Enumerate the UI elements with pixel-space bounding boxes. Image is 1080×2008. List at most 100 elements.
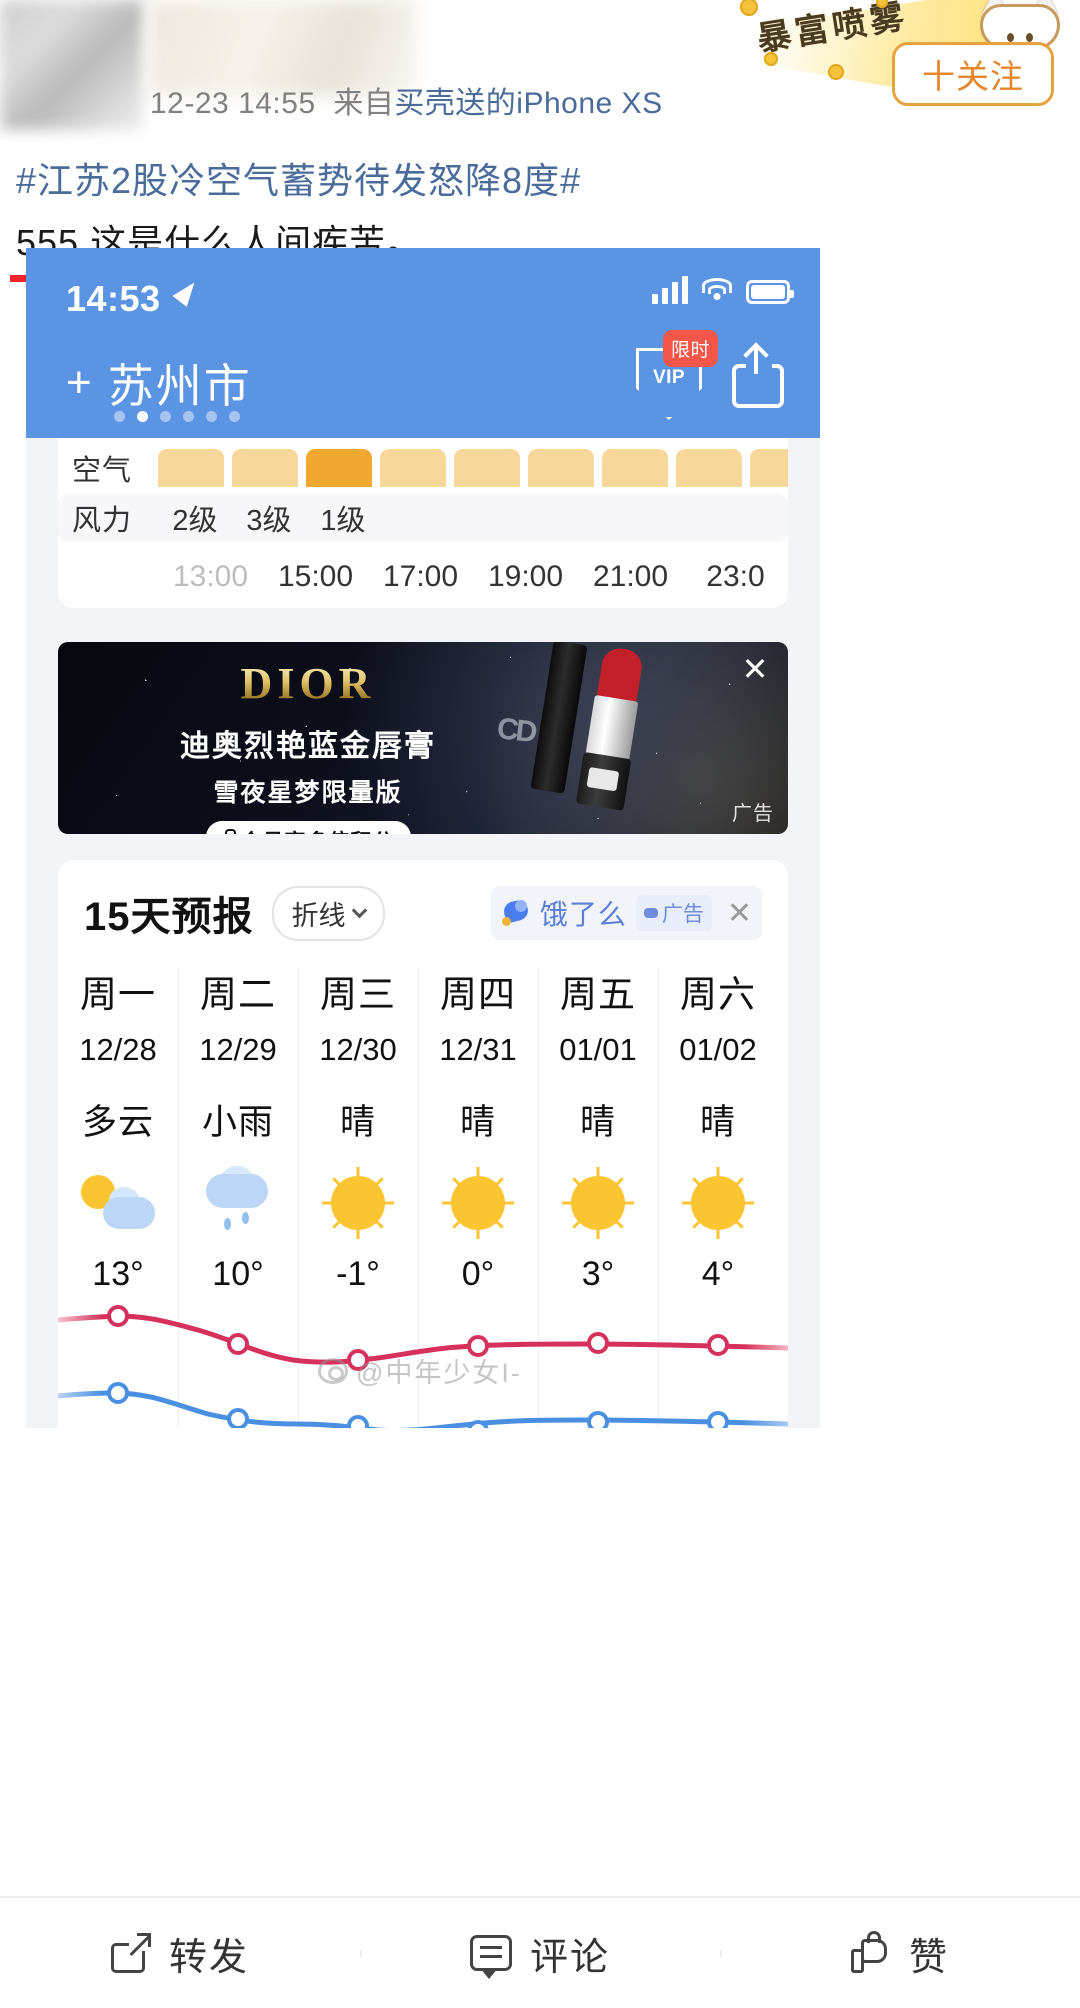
eleme-logo-icon: [501, 898, 531, 928]
sun-icon: [331, 1176, 385, 1230]
close-icon[interactable]: ✕: [727, 896, 752, 931]
wind-label: 风力: [72, 505, 133, 537]
location-arrow-icon: [172, 277, 202, 307]
add-city-icon[interactable]: +: [66, 361, 92, 405]
condition-label: 晴: [339, 1103, 376, 1142]
dior-ad-banner[interactable]: DIOR 迪奥烈艳蓝金唇膏 雪夜星梦限量版 会员享多倍积分 CD ✕ 广告: [58, 642, 788, 834]
temperature-line-chart: 5° -4° -5° -7° -4° -4°: [55, 1300, 791, 1428]
condition-label: 晴: [579, 1103, 616, 1142]
dior-ad-copy: DIOR 迪奥烈艳蓝金唇膏 雪夜星梦限量版 会员享多倍积分: [58, 642, 558, 834]
page-dots[interactable]: [114, 411, 240, 422]
page-dot[interactable]: [229, 411, 240, 422]
high-temp: -1°: [336, 1255, 380, 1293]
high-temp-point: [587, 1332, 609, 1354]
sponsor-ad-chip[interactable]: 饿了么 广告 ✕: [490, 886, 762, 940]
forecast-day-column[interactable]: 周一 12/28 多云 13°: [58, 964, 178, 1294]
forward-button[interactable]: 转发: [0, 1926, 360, 1981]
low-temp-point: [467, 1420, 489, 1428]
city-header[interactable]: + 苏州市: [66, 350, 252, 416]
hashtag-link[interactable]: #江苏2股冷空气蓄势待发怒降8度#: [16, 154, 1064, 208]
high-temp-point: [107, 1305, 129, 1327]
forward-icon: [110, 1931, 151, 1973]
date-label: 12/31: [439, 1032, 517, 1067]
forecast-day-column[interactable]: 周二 12/29 小雨 10°: [178, 964, 298, 1428]
status-bar-time: 14:53: [66, 278, 161, 319]
forecast-mode-dropdown[interactable]: 折线: [271, 885, 385, 941]
coin-icon: [764, 52, 778, 66]
comment-button[interactable]: 评论: [360, 1926, 720, 1981]
aqi-bar: [158, 449, 224, 487]
wind-value: 2级: [172, 505, 218, 537]
page-dot[interactable]: [183, 411, 194, 422]
coin-icon: [828, 64, 844, 80]
hour-label: 23:0: [706, 560, 765, 593]
forecast-mode-label: 折线: [291, 900, 346, 931]
follow-button[interactable]: 十关注: [892, 42, 1054, 106]
low-temp-point: [347, 1415, 369, 1428]
weather-icon-partly-cloudy: [58, 1163, 178, 1243]
hour-label: 15:00: [277, 560, 354, 593]
like-button[interactable]: 赞: [720, 1926, 1080, 1981]
ad-bubble-icon: [643, 908, 658, 918]
city-name: 苏州市: [107, 360, 252, 412]
avatar[interactable]: [0, 0, 143, 130]
shopping-bag-icon: [221, 828, 236, 834]
dior-ad-headline: 迪奥烈艳蓝金唇膏: [180, 730, 436, 763]
aqi-bar: [602, 449, 668, 487]
high-temp: 0°: [461, 1255, 495, 1293]
page-dot[interactable]: [206, 411, 217, 422]
forward-label: 转发: [168, 1936, 249, 1979]
embedded-weather-screenshot: 14:53 + 苏州市 VIP 限时 空气 风力 2级 3级 1级 13:00 …: [26, 248, 820, 1428]
dior-member-pill: 会员享多倍积分: [205, 821, 411, 834]
like-icon: [850, 1931, 891, 1973]
lipstick-tip: [596, 645, 645, 704]
low-temp-point: [707, 1411, 729, 1428]
aqi-bar: [454, 449, 520, 487]
like-label: 赞: [908, 1936, 949, 1979]
forecast-day-grid: 周一 12/28 多云 13° 周二 12/29 小雨 10° 周三 12/30: [58, 964, 788, 1428]
date-label: 12/29: [199, 1032, 277, 1067]
weekday-label: 周四: [440, 974, 516, 1015]
post-meta: 12-23 14:55 来自买壳送的iPhone XS: [150, 78, 663, 122]
high-temp-point: [227, 1333, 249, 1355]
close-icon[interactable]: ✕: [738, 653, 772, 688]
forecast-day-column[interactable]: 周四 12/31 晴 0°: [418, 964, 538, 1428]
dior-ad-subheadline: 雪夜星梦限量版: [213, 779, 403, 807]
cat-eye-left: [1007, 33, 1014, 42]
forecast-day-column[interactable]: 周五 01/01 晴 3°: [538, 964, 658, 1428]
air-quality-label: 空气: [72, 455, 133, 487]
hour-label: 13:00: [172, 560, 249, 593]
high-temp-point: [347, 1349, 369, 1371]
post-source[interactable]: 买壳送的iPhone XS: [394, 87, 662, 120]
page-dot-active[interactable]: [137, 411, 148, 422]
vip-button[interactable]: VIP 限时: [636, 330, 718, 420]
condition-label: 多云: [81, 1103, 154, 1142]
wifi-icon: [701, 278, 733, 304]
wind-values: 2级 3级 1级: [158, 497, 380, 539]
low-temp-line: [55, 1390, 791, 1428]
ad-marker-label: 广告: [732, 803, 774, 825]
dior-logo: DIOR: [58, 658, 558, 709]
share-icon[interactable]: [732, 342, 786, 408]
page-dot[interactable]: [114, 411, 125, 422]
aqi-bar: [232, 449, 298, 487]
sun-icon: [451, 1176, 505, 1230]
date-label: 01/02: [679, 1032, 757, 1067]
page-dot[interactable]: [160, 411, 171, 422]
weather-icon-sunny: [538, 1163, 658, 1243]
hourly-forecast-card: 空气 风力 2级 3级 1级 13:00 15:00 17:00 19:00 2…: [58, 438, 788, 608]
forecast-day-column[interactable]: 周三 12/30 晴 -1°: [298, 964, 418, 1428]
weather-topbar: 14:53 + 苏州市 VIP 限时: [26, 248, 820, 438]
sun-icon: [571, 1176, 625, 1230]
high-temp-point: [707, 1334, 729, 1356]
lipstick-barrel: [585, 694, 639, 762]
status-bar-indicators: [652, 276, 794, 304]
weekday-label: 周五: [560, 974, 636, 1015]
air-quality-row: 空气: [58, 444, 788, 492]
weather-icon-sunny: [658, 1163, 778, 1243]
forecast-day-column[interactable]: 周六 01/02 晴 4°: [658, 964, 778, 1428]
ad-tag-label: 广告: [661, 903, 704, 926]
post-header: 12-23 14:55 来自买壳送的iPhone XS 暴富喷雾 十关注: [0, 0, 1080, 140]
date-label: 12/28: [79, 1032, 157, 1067]
ad-tag: 广告: [635, 895, 712, 931]
